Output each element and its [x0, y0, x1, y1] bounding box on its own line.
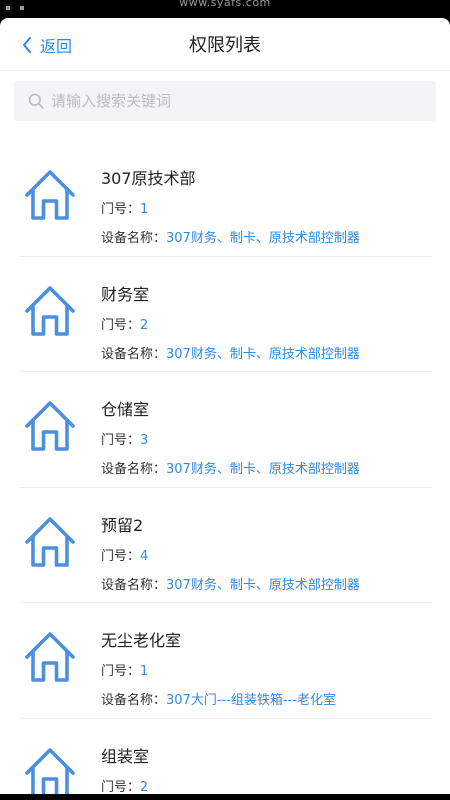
house-icon: [25, 516, 75, 567]
item-name: 仓储室: [101, 400, 150, 419]
status-indicators: [6, 0, 36, 10]
nav-bar: 返回 权限列表: [0, 18, 450, 71]
back-button[interactable]: 返回: [22, 18, 72, 71]
device-value: 307大门---组装铁箱---老化室: [166, 693, 336, 708]
door-label: 门号：: [101, 202, 141, 217]
door-value: 1: [140, 202, 149, 217]
search-area: [0, 71, 450, 121]
device-row: 设备名称：307大门---组装铁箱---老化室: [101, 689, 336, 708]
status-url: www.syafs.com: [179, 0, 271, 9]
item-name: 组装室: [101, 746, 150, 766]
door-value: 2: [140, 779, 149, 795]
item-name: 307原技术部: [101, 169, 196, 188]
device-value: 307财务、制卡、原技术部控制器: [166, 231, 360, 246]
list-item[interactable]: 仓储室 门号：3 设备名称：307财务、制卡、原技术部控制器: [20, 372, 432, 488]
search-box[interactable]: [14, 81, 436, 121]
device-row: 设备名称：307财务、制卡、原技术部控制器: [101, 227, 360, 246]
device-label: 设备名称：: [101, 346, 167, 362]
item-name: 财务室: [101, 284, 150, 304]
list-item[interactable]: 307原技术部 门号：1 设备名称：307财务、制卡、原技术部控制器: [20, 141, 432, 257]
door-label: 门号：: [101, 664, 141, 679]
door-row: 门号：3: [101, 429, 148, 448]
device-row: 设备名称：307财务、制卡、原技术部控制器: [101, 574, 360, 593]
device-label: 设备名称：: [101, 231, 167, 246]
device-value: 307财务、制卡、原技术部控制器: [166, 462, 360, 477]
house-icon: [25, 285, 75, 336]
device-value: 307财务、制卡、原技术部控制器: [166, 577, 360, 593]
search-input[interactable]: [51, 81, 436, 121]
door-label: 门号：: [101, 779, 141, 795]
list-item[interactable]: 财务室 门号：2 设备名称：307财务、制卡、原技术部控制器: [20, 257, 432, 372]
device-label: 设备名称：: [101, 693, 167, 708]
house-icon: [25, 632, 75, 682]
door-label: 门号：: [101, 548, 141, 564]
door-row: 门号：2: [101, 314, 148, 333]
house-icon: [25, 747, 75, 794]
device-label: 设备名称：: [101, 577, 167, 593]
device-label: 设备名称：: [101, 462, 167, 477]
door-value: 1: [140, 664, 149, 679]
door-row: 门号：1: [101, 198, 148, 217]
bottom-bar: [0, 794, 450, 800]
app-screen: 返回 权限列表 307原技术部 门号：1 设备名称：307财务、制卡、原技术部控…: [0, 18, 450, 794]
item-name: 预留2: [101, 515, 144, 535]
back-label: 返回: [40, 36, 73, 56]
door-label: 门号：: [101, 433, 141, 448]
permission-list: 307原技术部 门号：1 设备名称：307财务、制卡、原技术部控制器 财务室 门…: [0, 141, 450, 794]
door-row: 门号：1: [101, 660, 148, 679]
list-item[interactable]: 预留2 门号：4 设备名称：307财务、制卡、原技术部控制器: [20, 488, 432, 603]
item-name: 无尘老化室: [101, 631, 182, 650]
door-value: 2: [140, 317, 149, 333]
status-bar: www.syafs.com: [0, 0, 450, 18]
door-value: 4: [140, 548, 149, 564]
door-row: 门号：4: [101, 545, 148, 564]
chevron-left-icon: [23, 36, 31, 53]
search-icon: [28, 93, 44, 109]
device-row: 设备名称：307财务、制卡、原技术部控制器: [101, 343, 360, 362]
house-icon: [25, 170, 75, 220]
house-icon: [25, 401, 75, 451]
list-item[interactable]: 组装室 门号：2 设备名称：307大门---组装铁箱---老化室: [20, 719, 432, 795]
door-label: 门号：: [101, 317, 141, 333]
door-row: 门号：2: [101, 776, 148, 795]
door-value: 3: [140, 433, 149, 448]
page-title: 权限列表: [189, 35, 261, 56]
list-item[interactable]: 无尘老化室 门号：1 设备名称：307大门---组装铁箱---老化室: [20, 603, 432, 719]
device-row: 设备名称：307财务、制卡、原技术部控制器: [101, 458, 360, 477]
device-value: 307财务、制卡、原技术部控制器: [166, 346, 360, 362]
